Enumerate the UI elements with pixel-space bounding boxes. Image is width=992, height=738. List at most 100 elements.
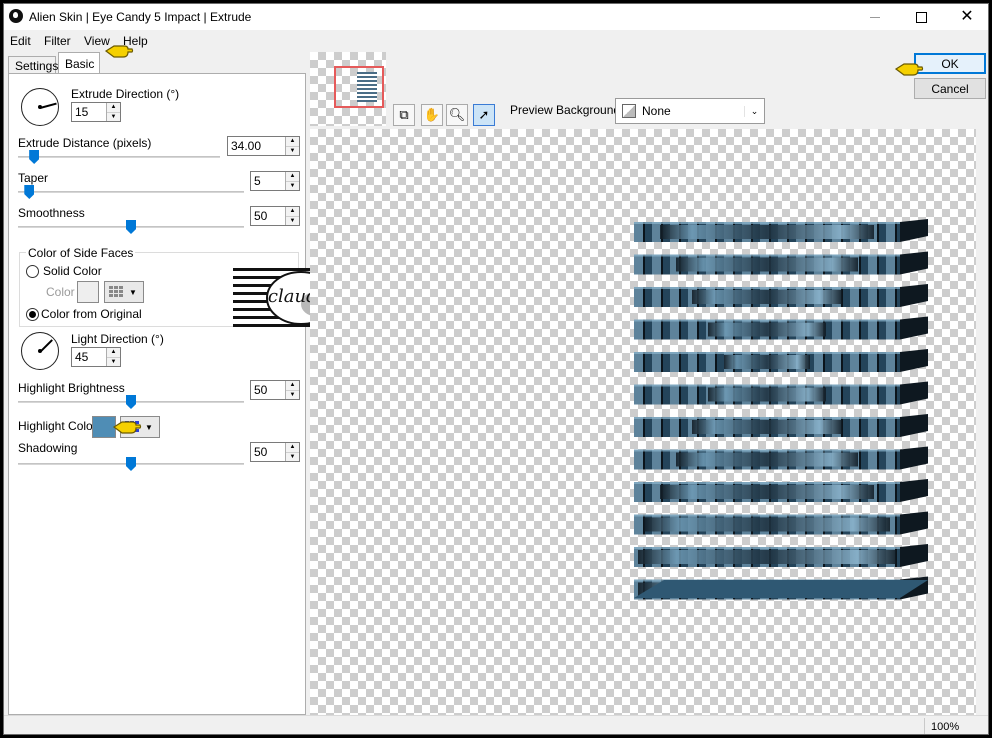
pointing-hand-icon (894, 63, 924, 76)
preview-toggle-button[interactable]: ⧉ (393, 104, 415, 126)
extrude-direction-value[interactable]: 15 (72, 103, 106, 121)
smoothness-spinner[interactable]: 50 ▲ ▼ (250, 206, 300, 226)
extrude-distance-spinner[interactable]: 34.00 ▲ ▼ (227, 136, 300, 156)
highlight-brightness-slider[interactable] (18, 395, 244, 409)
pointer-icon: ➚ (478, 107, 490, 122)
spinner-arrows[interactable]: ▲ ▼ (285, 172, 299, 190)
slider-thumb[interactable] (126, 457, 136, 471)
shadowing-slider[interactable] (18, 457, 244, 471)
side-color-picker-button[interactable]: ▼ (104, 281, 144, 303)
extruded-bar (634, 219, 928, 242)
spinner-arrows[interactable]: ▲ ▼ (106, 348, 120, 366)
preview-navigator[interactable] (310, 52, 386, 126)
slider-track (18, 191, 244, 193)
extrude-direction-dial[interactable] (21, 88, 59, 126)
slider-thumb[interactable] (126, 395, 136, 409)
down-arrow-icon[interactable]: ▼ (286, 146, 299, 155)
shadowing-label: Shadowing (18, 441, 78, 455)
down-arrow-icon[interactable]: ▼ (286, 216, 299, 225)
base-plate (634, 580, 928, 598)
solid-color-radio[interactable] (26, 265, 39, 278)
up-arrow-icon[interactable]: ▲ (286, 137, 299, 147)
bar-side-face (900, 479, 928, 502)
extruded-bar (634, 479, 928, 502)
bar-highlight (634, 352, 900, 354)
chevron-down-icon: ⌄ (744, 105, 764, 117)
title-bar: Alien Skin | Eye Candy 5 Impact | Extrud… (4, 4, 988, 30)
spinner-arrows[interactable]: ▲ ▼ (285, 381, 299, 399)
light-direction-value[interactable]: 45 (72, 348, 106, 366)
bar-highlight (634, 449, 900, 452)
shadowing-value[interactable]: 50 (251, 443, 285, 461)
slider-thumb[interactable] (24, 185, 35, 199)
cancel-button[interactable]: Cancel (914, 78, 986, 99)
palette-grid-icon (109, 286, 123, 298)
slider-thumb[interactable] (126, 220, 136, 234)
extruded-bar (634, 544, 928, 567)
up-arrow-icon[interactable]: ▲ (286, 207, 299, 217)
highlight-brightness-spinner[interactable]: 50 ▲ ▼ (250, 380, 300, 400)
menu-edit[interactable]: Edit (10, 34, 31, 48)
up-arrow-icon[interactable]: ▲ (107, 103, 120, 113)
solid-color-label[interactable]: Solid Color (43, 264, 102, 278)
bar-inner-frame (638, 550, 896, 564)
color-from-original-radio[interactable] (26, 308, 39, 321)
down-arrow-icon[interactable]: ▼ (107, 112, 120, 121)
navigator-viewport-frame[interactable] (334, 66, 384, 108)
extrude-distance-value[interactable]: 34.00 (228, 137, 285, 155)
spinner-arrows[interactable]: ▲ ▼ (285, 137, 299, 155)
transparent-swatch-icon (622, 104, 636, 118)
extruded-bar (634, 316, 928, 340)
spinner-arrows[interactable]: ▲ ▼ (285, 207, 299, 225)
extrude-distance-slider[interactable] (18, 150, 220, 164)
bar-side-face (900, 349, 928, 372)
extruded-bar (634, 511, 928, 535)
highlight-brightness-value[interactable]: 50 (251, 381, 285, 399)
ok-button[interactable]: OK (914, 53, 986, 74)
spinner-arrows[interactable]: ▲ ▼ (285, 443, 299, 461)
zoom-icon: 🔍︎ (448, 107, 466, 122)
slider-thumb[interactable] (29, 150, 40, 164)
extrude-direction-spinner[interactable]: 15 ▲ ▼ (71, 102, 121, 122)
color-from-original-label[interactable]: Color from Original (41, 307, 142, 321)
smoothness-value[interactable]: 50 (251, 207, 285, 225)
taper-slider[interactable] (18, 185, 244, 199)
up-arrow-icon[interactable]: ▲ (286, 172, 299, 182)
menu-bar: Edit Filter View Help (4, 31, 304, 51)
preview-background-select[interactable]: None ⌄ (615, 98, 765, 124)
menu-filter[interactable]: Filter (44, 34, 71, 48)
tab-settings[interactable]: Settings (8, 56, 58, 74)
preview-canvas[interactable] (310, 129, 988, 715)
taper-value[interactable]: 5 (251, 172, 285, 190)
smoothness-slider[interactable] (18, 220, 244, 234)
vertical-scrollbar[interactable] (976, 129, 988, 715)
close-button[interactable]: ✕ (944, 4, 988, 30)
maximize-button[interactable] (898, 4, 944, 30)
down-arrow-icon[interactable]: ▼ (286, 390, 299, 399)
taper-spinner[interactable]: 5 ▲ ▼ (250, 171, 300, 191)
down-arrow-icon[interactable]: ▼ (286, 181, 299, 190)
light-direction-spinner[interactable]: 45 ▲ ▼ (71, 347, 121, 367)
pointing-hand-icon (112, 421, 142, 434)
pointer-tool-button[interactable]: ➚ (473, 104, 495, 126)
minimize-button[interactable] (852, 4, 898, 30)
up-arrow-icon[interactable]: ▲ (286, 381, 299, 391)
preview-background-label: Preview Background: (510, 103, 624, 117)
hand-tool-button[interactable]: ✋ (421, 104, 443, 126)
spinner-arrows[interactable]: ▲ ▼ (106, 103, 120, 121)
down-arrow-icon[interactable]: ▼ (286, 452, 299, 461)
window-title: Alien Skin | Eye Candy 5 Impact | Extrud… (29, 10, 252, 24)
bar-highlight (634, 287, 900, 289)
side-color-swatch[interactable] (77, 281, 99, 303)
zoom-tool-button[interactable]: 🔍︎ (446, 104, 468, 126)
up-arrow-icon[interactable]: ▲ (107, 348, 120, 358)
bar-highlight (634, 514, 900, 517)
tab-basic[interactable]: Basic (58, 52, 100, 74)
bar-side-face (900, 511, 928, 535)
bar-inner-frame (724, 355, 810, 369)
light-direction-dial[interactable] (21, 332, 59, 370)
bar-side-face (900, 284, 928, 307)
up-arrow-icon[interactable]: ▲ (286, 443, 299, 453)
shadowing-spinner[interactable]: 50 ▲ ▼ (250, 442, 300, 462)
down-arrow-icon[interactable]: ▼ (107, 357, 120, 366)
